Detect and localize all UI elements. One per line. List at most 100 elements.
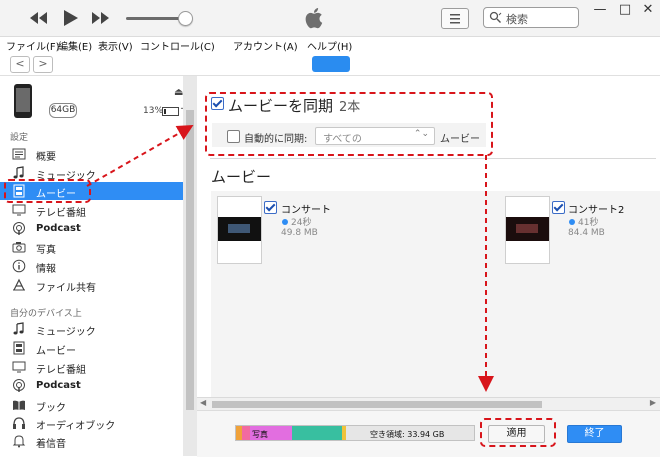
sidebar-item-tv-shows[interactable]: テレビ番組 [0, 201, 183, 219]
sidebar-item-info[interactable]: 情報 [0, 257, 183, 275]
tv-icon [12, 204, 26, 216]
sidebar-item-label: ファイル共有 [36, 283, 96, 294]
forward-button[interactable]: > [33, 56, 53, 73]
minimize-button[interactable]: — [589, 2, 611, 17]
camera-icon [12, 242, 26, 253]
movie-checkbox[interactable] [264, 201, 277, 214]
menu-account[interactable]: アカウント(A) [233, 38, 298, 53]
capacity-bar: 写真 空き領域: 33.94 GB [235, 425, 475, 441]
horizontal-scrollbar[interactable]: ◀ ▶ [197, 397, 660, 411]
sidebar-item-label: ムービー [36, 346, 76, 357]
fast-forward-icon[interactable] [91, 9, 111, 27]
search-placeholder: 検索 [506, 13, 528, 26]
movie-duration: 41秒 [569, 215, 598, 228]
sidebar-item-file-sharing[interactable]: ファイル共有 [0, 276, 183, 294]
search-icon [489, 11, 502, 23]
sidebar-item-label: ブック [36, 403, 66, 414]
menu-bar: ファイル(F) 編集(E) 表示(V) コントロール(C) アカウント(A) ヘ… [0, 37, 660, 53]
capacity-badge: 64GB [49, 103, 77, 118]
nav-bar: < > [0, 53, 660, 76]
list-view-button[interactable] [441, 8, 469, 29]
device-item-audiobooks[interactable]: オーディオブック [0, 414, 183, 432]
device-item-music[interactable]: ミュージック [0, 320, 183, 338]
maximize-button[interactable]: □ [614, 2, 636, 17]
annotation-box-sync [205, 92, 493, 156]
sidebar-item-label: ミュージック [36, 327, 96, 338]
battery-icon [162, 107, 179, 116]
audiobook-icon [13, 417, 25, 429]
book-icon [13, 400, 25, 410]
scroll-left-icon[interactable]: ◀ [200, 398, 206, 407]
horizontal-scroll-thumb[interactable] [212, 401, 542, 408]
music-note-icon [13, 166, 24, 179]
divider [210, 158, 656, 159]
menu-view[interactable]: 表示(V) [98, 38, 133, 53]
tv-icon [12, 361, 26, 373]
back-button[interactable]: < [10, 56, 30, 73]
rewind-icon[interactable] [28, 9, 48, 27]
free-space-label: 空き領域: 33.94 GB [370, 430, 445, 439]
battery-percent: 13% [143, 106, 164, 116]
capacity-segment-video [242, 426, 250, 440]
movie-title: コンサート2 [568, 205, 625, 216]
movie-thumbnail[interactable] [505, 196, 550, 264]
photos-segment-label: 写真 [252, 430, 268, 439]
sidebar-item-podcast[interactable]: Podcast [0, 220, 183, 238]
movies-section-title: ムービー [211, 168, 272, 186]
device-button[interactable] [312, 56, 350, 72]
device-item-tv-shows[interactable]: テレビ番組 [0, 358, 183, 376]
sidebar-item-label: テレビ番組 [36, 365, 86, 376]
sidebar-item-label: Podcast [36, 223, 81, 234]
unwatched-dot-icon [282, 219, 288, 225]
movie-thumbnail[interactable] [217, 196, 262, 264]
sidebar-item-label: テレビ番組 [36, 208, 86, 219]
title-bar: 検索 — □ ✕ [0, 0, 660, 37]
sidebar-item-label: 概要 [36, 152, 56, 163]
info-icon [12, 259, 26, 273]
list-icon [450, 14, 460, 24]
annotation-box-apply [480, 418, 556, 447]
movie-size: 49.8 MB [281, 228, 318, 238]
play-icon[interactable] [60, 9, 80, 27]
done-button[interactable]: 終了 [567, 425, 622, 443]
menu-help[interactable]: ヘルプ(H) [307, 38, 352, 53]
capacity-segment-apps [292, 426, 342, 440]
music-note-icon [13, 322, 24, 335]
movie-title: コンサート [281, 205, 331, 216]
movie-size: 84.4 MB [568, 228, 605, 238]
volume-knob[interactable] [178, 11, 193, 26]
menu-edit[interactable]: 編集(E) [58, 38, 92, 53]
device-item-movies[interactable]: ムービー [0, 339, 183, 357]
unwatched-dot-icon [569, 219, 575, 225]
sidebar-item-summary[interactable]: 概要 [0, 145, 183, 163]
on-device-section-label: 自分のデバイス上 [10, 309, 82, 319]
device-item-ringtones[interactable]: 着信音 [0, 432, 183, 450]
sidebar-item-label: 情報 [36, 264, 56, 275]
summary-icon [12, 148, 26, 160]
device-item-books[interactable]: ブック [0, 396, 183, 414]
settings-section-label: 設定 [10, 133, 29, 143]
scroll-right-icon[interactable]: ▶ [650, 398, 656, 407]
bell-icon [12, 435, 26, 448]
sidebar-item-label: オーディオブック [36, 421, 116, 432]
menu-file[interactable]: ファイル(F) [6, 38, 60, 53]
search-field[interactable]: 検索 [483, 7, 579, 28]
menu-controls[interactable]: コントロール(C) [140, 38, 215, 53]
movie-duration: 24秒 [282, 215, 311, 228]
device-item-podcast[interactable]: Podcast [0, 377, 183, 395]
film-icon [13, 341, 25, 355]
podcast-icon [13, 222, 25, 235]
app-share-icon [13, 278, 25, 291]
apple-logo-icon [305, 8, 323, 29]
movie-checkbox[interactable] [552, 201, 565, 214]
sidebar-item-photos[interactable]: 写真 [0, 238, 183, 256]
close-window-button[interactable]: ✕ [637, 2, 659, 17]
annotation-box-movies [4, 179, 91, 203]
podcast-icon [13, 379, 25, 392]
sidebar-scroll-thumb[interactable] [186, 110, 194, 410]
iphone-icon [14, 84, 32, 118]
sidebar-item-label: 写真 [36, 245, 56, 256]
sidebar-item-label: Podcast [36, 380, 81, 391]
sidebar-item-label: 着信音 [36, 439, 66, 450]
volume-slider[interactable] [126, 17, 184, 20]
